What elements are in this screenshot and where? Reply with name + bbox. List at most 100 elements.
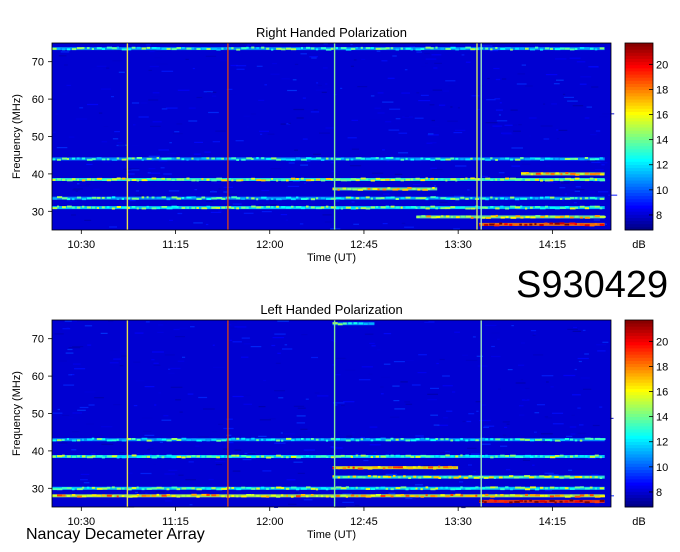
colorbar-tick-label: 8 <box>656 210 662 222</box>
noise-pixel <box>572 394 581 396</box>
emission-band-segment <box>66 179 73 182</box>
noise-pixel <box>580 377 590 379</box>
emission-band-segment <box>216 177 222 180</box>
colorbar-step <box>625 329 653 333</box>
noise-pixel <box>431 54 442 56</box>
emission-band-segment <box>196 158 199 161</box>
emission-band-segment <box>286 437 292 440</box>
noise-pixel <box>154 404 157 406</box>
colorbar-step <box>625 385 653 389</box>
emission-band-segment <box>539 500 546 503</box>
emission-band-segment <box>428 476 432 478</box>
emission-band-segment <box>116 495 119 498</box>
noise-pixel <box>232 203 242 205</box>
emission-band-segment <box>166 454 172 457</box>
colorbar-step <box>625 422 653 427</box>
emission-band-segment <box>281 158 286 161</box>
emission-band-segment <box>236 179 242 182</box>
emission-band-segment <box>468 475 473 478</box>
noise-pixel <box>420 65 426 68</box>
noise-pixel <box>228 442 234 444</box>
emission-band-segment <box>136 179 139 182</box>
emission-band-segment <box>171 157 175 160</box>
emission-band-segment <box>544 222 548 225</box>
colorbar-step <box>625 326 653 330</box>
noise-pixel <box>404 401 411 403</box>
emission-band-segment <box>510 488 513 491</box>
emission-band-segment <box>206 455 212 458</box>
emission-band-segment <box>266 198 269 201</box>
emission-band-segment <box>435 157 441 160</box>
noise-pixel <box>443 417 448 419</box>
colorbar-step <box>625 208 653 212</box>
colorbar-step <box>625 114 653 119</box>
emission-band-segment <box>131 487 137 490</box>
emission-band-segment <box>286 494 288 497</box>
colorbar-step <box>625 49 653 53</box>
emission-band-segment <box>545 179 550 182</box>
emission-band-segment <box>66 487 72 490</box>
emission-band-segment <box>485 158 491 161</box>
colorbar-step <box>625 332 653 336</box>
noise-pixel <box>433 185 436 187</box>
emission-band-segment <box>345 179 352 182</box>
emission-band-segment <box>554 501 557 504</box>
colorbar-tick-label: 10 <box>656 462 668 474</box>
noise-pixel <box>232 470 241 472</box>
emission-band-segment <box>564 223 570 226</box>
emission-band-segment <box>372 188 378 190</box>
emission-band-segment <box>412 466 416 469</box>
emission-band-segment <box>500 488 505 491</box>
noise-pixel <box>521 389 526 391</box>
emission-band-segment <box>400 438 404 440</box>
noise-pixel <box>177 212 183 215</box>
colorbar-tick-label: 18 <box>656 84 668 96</box>
noise-pixel <box>74 368 86 370</box>
noise-pixel <box>392 385 400 387</box>
emission-band-segment <box>325 197 331 200</box>
noise-pixel <box>376 50 381 52</box>
noise-pixel <box>476 410 479 412</box>
emission-band-segment <box>360 46 363 49</box>
emission-band-segment <box>470 455 476 458</box>
noise-pixel <box>466 420 472 423</box>
noise-pixel <box>499 102 502 104</box>
noise-pixel <box>275 362 281 364</box>
noise-pixel <box>315 89 327 91</box>
emission-band-segment <box>520 456 524 458</box>
emission-band-segment <box>106 439 113 442</box>
noise-pixel <box>389 108 401 110</box>
emission-band-segment <box>66 205 72 208</box>
emission-band-segment <box>599 215 606 218</box>
noise-pixel <box>388 492 396 494</box>
noise-pixel <box>284 433 296 435</box>
noise-pixel <box>250 346 262 348</box>
colorbar-tick-label: 10 <box>656 185 668 197</box>
emission-band-segment <box>549 456 556 459</box>
emission-band-segment <box>375 438 382 441</box>
noise-pixel <box>447 85 457 87</box>
emission-band-segment <box>355 454 359 457</box>
emission-band-segment <box>559 179 564 182</box>
noise-pixel <box>584 504 591 506</box>
noise-pixel <box>573 202 577 204</box>
emission-band-segment <box>81 455 86 458</box>
noise-pixel <box>404 130 411 132</box>
emission-band-segment <box>545 215 549 218</box>
colorbar-step <box>625 83 653 88</box>
colorbar-step <box>625 341 653 346</box>
emission-band-segment <box>485 454 488 457</box>
noise-pixel <box>511 147 523 149</box>
emission-band-segment <box>549 47 553 50</box>
emission-band-segment <box>211 438 217 441</box>
emission-band-segment <box>446 215 450 218</box>
emission-band-segment <box>71 48 77 51</box>
emission-band-segment <box>495 197 498 200</box>
noise-pixel <box>454 129 466 131</box>
emission-band-segment <box>475 486 479 489</box>
emission-band-segment <box>421 215 426 218</box>
emission-band-segment <box>191 487 195 490</box>
emission-band-segment <box>76 47 83 50</box>
emission-band-segment <box>365 47 371 50</box>
emission-band-segment <box>256 179 262 182</box>
